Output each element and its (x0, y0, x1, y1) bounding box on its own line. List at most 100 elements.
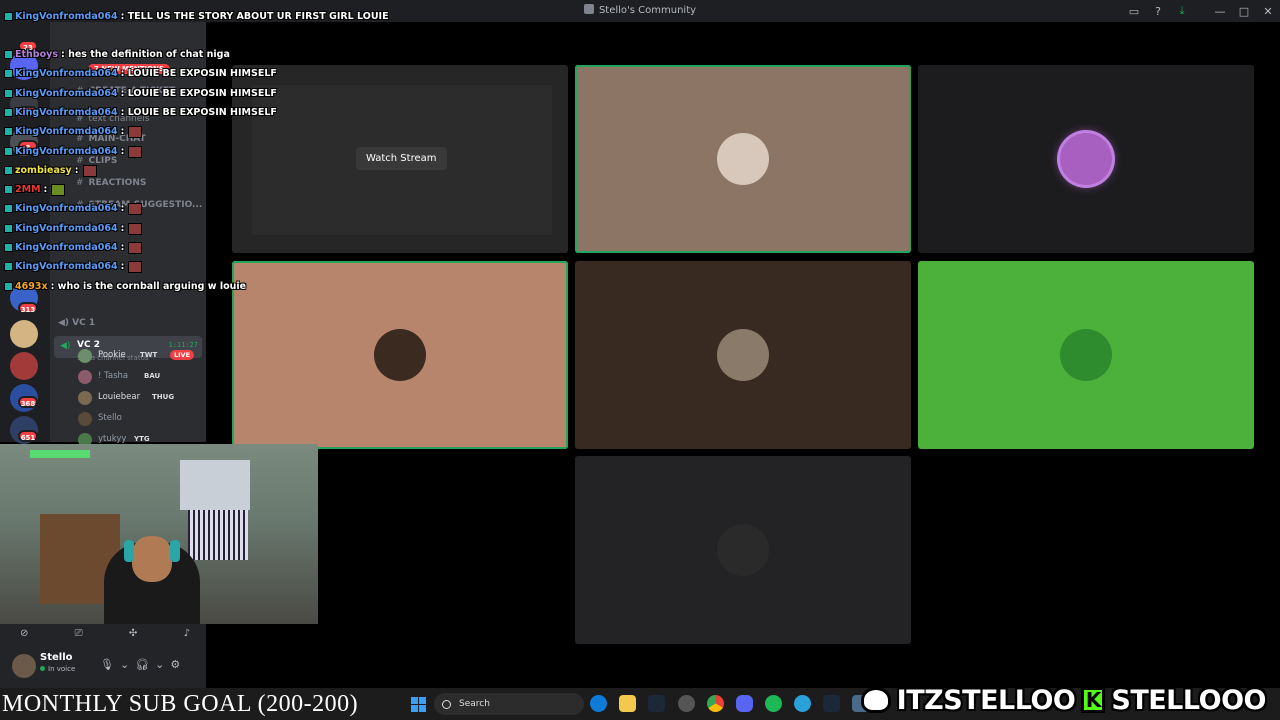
steam-icon[interactable] (648, 695, 665, 712)
chat-message: Ethboys: hes the definition of chat niga (4, 46, 230, 63)
activities-icon[interactable]: ✣ (129, 628, 137, 639)
member-name: Louiebear (98, 392, 141, 402)
live-badge: LIVE (170, 350, 195, 360)
chat-badge-icon (4, 69, 13, 78)
discord-logo-icon (583, 4, 594, 14)
chat-badge-icon (4, 262, 13, 271)
microphone-icon[interactable]: 🎙︎ (100, 658, 114, 671)
mention-badge: 368 (18, 396, 38, 408)
vc1-label: VC 1 (72, 318, 96, 328)
chat-text: : (120, 223, 125, 234)
chat-text: : who is the cornball arguing w louie (50, 281, 247, 292)
telegram-icon[interactable] (794, 695, 811, 712)
server-icon[interactable] (10, 352, 38, 380)
inbox-icon[interactable]: ▭ (1122, 0, 1146, 22)
voice-member-louiebear[interactable]: Louiebear THUG (78, 390, 204, 406)
chat-emote-icon (128, 241, 143, 254)
chat-message: KingVonfromda064: (4, 200, 143, 217)
minimize-button[interactable]: — (1208, 0, 1232, 22)
obs-icon[interactable] (678, 695, 695, 712)
chat-text: : hes the definition of chat niga (60, 49, 230, 60)
avatar (78, 349, 92, 363)
window-title-text: Stello's Community (598, 5, 697, 16)
search-placeholder: Search (459, 699, 490, 709)
avatar (78, 391, 92, 405)
settings-gear-icon[interactable]: ⚙ (170, 658, 180, 671)
streamer-face (132, 536, 172, 582)
avatar[interactable] (12, 654, 36, 678)
chat-username: 4693x (15, 281, 48, 292)
chat-username: KingVonfromda064 (15, 107, 118, 118)
chat-message: KingVonfromda064: (4, 123, 143, 140)
video-off-icon[interactable]: ⊘ (20, 628, 28, 639)
download-icon[interactable]: ⤓ (1170, 0, 1194, 22)
member-name: Pookie (98, 350, 126, 360)
kick-logo-icon: K (1081, 687, 1106, 713)
chat-text: : (120, 242, 125, 253)
chat-badge-icon (4, 12, 13, 21)
projector-screen (180, 460, 250, 510)
chat-username: 2MM (15, 184, 41, 195)
chat-text: : TELL US THE STORY ABOUT UR FIRST GIRL … (120, 11, 389, 22)
chat-username: KingVonfromda064 (15, 126, 118, 137)
file-explorer-icon[interactable] (619, 695, 636, 712)
voice-member-pookie[interactable]: Pookie TWT LIVE (78, 348, 204, 364)
chat-message: KingVonfromda064: (4, 239, 143, 256)
participant-tile[interactable] (575, 456, 911, 644)
participant-tile[interactable] (918, 261, 1254, 449)
voice-channel-vc1[interactable]: ◀) VC 1 (58, 318, 95, 328)
chat-message: 2MM: (4, 181, 66, 198)
voice-member-tasha[interactable]: ! Tasha BAU (78, 369, 204, 385)
twitter-bird-icon (860, 687, 891, 713)
chat-message: zombieasy: (4, 162, 97, 179)
chevron-down-icon[interactable]: ⌄ (155, 658, 164, 671)
participant-tile[interactable] (575, 261, 911, 449)
chat-message: KingVonfromda064: (4, 143, 143, 160)
chat-message: KingVonfromda064: LOUIE BE EXPOSIN HIMSE… (4, 85, 277, 102)
chat-message: KingVonfromda064: TELL US THE STORY ABOU… (4, 8, 389, 25)
discord-icon[interactable] (736, 695, 753, 712)
headphones (124, 540, 134, 562)
chat-text: : LOUIE BE EXPOSIN HIMSELF (120, 107, 277, 118)
chat-text: : (120, 261, 125, 272)
voice-member-stello[interactable]: Stello (78, 411, 204, 427)
chat-username: KingVonfromda064 (15, 146, 118, 157)
edge-icon[interactable] (590, 695, 607, 712)
maximize-button[interactable]: □ (1232, 0, 1256, 22)
participant-tile[interactable] (575, 65, 911, 253)
server-icon[interactable] (10, 320, 38, 348)
chat-emote-icon (82, 164, 97, 177)
participant-tile[interactable] (918, 65, 1254, 253)
participant-tile[interactable] (232, 261, 568, 449)
headphones-icon[interactable]: 🎧︎ (135, 658, 149, 671)
help-icon[interactable]: ? (1146, 0, 1170, 22)
chat-badge-icon (4, 204, 13, 213)
chrome-icon[interactable] (707, 695, 724, 712)
member-tag: BAU (144, 372, 161, 380)
watch-stream-button[interactable]: Watch Stream (356, 147, 447, 170)
channel-reactions[interactable]: reactions (76, 178, 147, 188)
steam-icon[interactable] (823, 695, 840, 712)
taskbar-search[interactable]: Search (434, 693, 584, 715)
user-panel: ⊘ ⎚ ✣ ♪ Stello In voice 🎙︎ ⌄ 🎧︎ ⌄ ⚙ (0, 624, 206, 688)
twitter-handle: ITZSTELLOO (896, 684, 1076, 716)
stream-tile[interactable]: Watch Stream (232, 65, 568, 253)
windows-start-icon[interactable] (411, 697, 426, 712)
spotify-icon[interactable] (765, 695, 782, 712)
chat-badge-icon (4, 185, 13, 194)
chat-badge-icon (4, 243, 13, 252)
soundboard-icon[interactable]: ♪ (184, 628, 190, 639)
chat-badge-icon (4, 282, 13, 291)
screen-share-icon[interactable]: ⎚ (75, 628, 83, 639)
chat-username: zombieasy (15, 165, 72, 176)
chat-badge-icon (4, 224, 13, 233)
chat-message: KingVonfromda064: LOUIE BE EXPOSIN HIMSE… (4, 65, 277, 82)
chevron-down-icon[interactable]: ⌄ (120, 658, 129, 671)
close-button[interactable]: ✕ (1256, 0, 1280, 22)
avatar (374, 329, 426, 381)
chat-text: : (74, 165, 79, 176)
webcam-overlay (0, 444, 318, 624)
chat-message: KingVonfromda064: (4, 258, 143, 275)
chat-text: : (120, 126, 125, 137)
chat-badge-icon (4, 166, 13, 175)
